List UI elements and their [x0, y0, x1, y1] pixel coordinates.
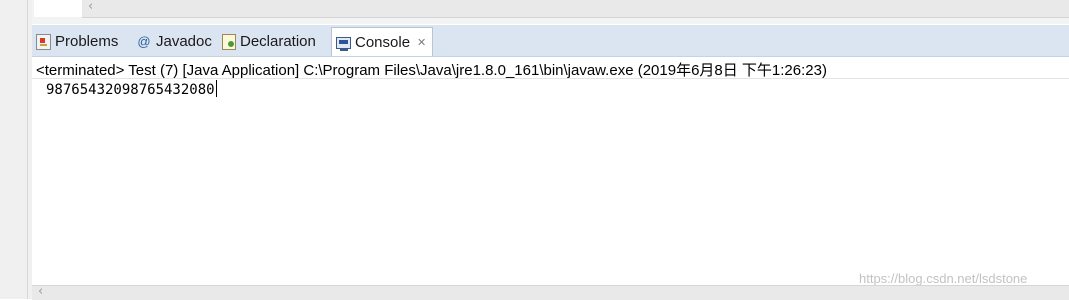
- console-output-text: 98765432098765432080: [46, 82, 215, 98]
- top-horizontal-scrollbar[interactable]: ‹: [82, 0, 1069, 18]
- text-caret: [215, 80, 217, 97]
- tab-problems-label: Problems: [55, 33, 119, 50]
- tab-console[interactable]: Console ✕: [331, 27, 434, 56]
- bottom-horizontal-scrollbar[interactable]: ‹: [32, 284, 1069, 300]
- tab-declaration[interactable]: Declaration: [222, 28, 316, 55]
- problems-icon: [36, 33, 51, 50]
- editor-ruler-remnant: [34, 0, 82, 17]
- watermark: https://blog.csdn.net/lsdstone: [859, 271, 1028, 286]
- tab-javadoc-label: Javadoc: [156, 33, 212, 50]
- tab-declaration-label: Declaration: [240, 33, 316, 50]
- view-tab-bar: Problems @ Javadoc Declaration Console ✕: [32, 25, 1069, 57]
- console-output-line: 98765432098765432080: [46, 80, 217, 98]
- left-window-gutter: [0, 0, 32, 299]
- javadoc-icon: @: [137, 33, 151, 49]
- scroll-left-arrow-icon[interactable]: ‹: [88, 0, 93, 14]
- scroll-left-arrow-icon[interactable]: ‹: [38, 284, 43, 299]
- gutter-divider: [27, 0, 28, 299]
- close-icon[interactable]: ✕: [417, 36, 426, 49]
- declaration-icon: [222, 33, 236, 50]
- tab-console-label: Console: [355, 33, 411, 51]
- tab-javadoc[interactable]: @ Javadoc: [136, 28, 212, 55]
- console-output-area[interactable]: [32, 79, 1069, 285]
- console-process-label: <terminated> Test (7) [Java Application]…: [36, 62, 827, 79]
- console-icon: [336, 37, 351, 51]
- tab-problems[interactable]: Problems: [36, 28, 118, 55]
- console-header-divider: [32, 78, 1069, 79]
